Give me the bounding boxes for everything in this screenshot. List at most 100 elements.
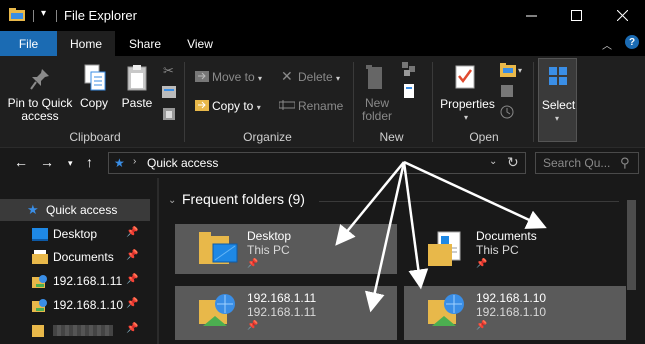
pin-icon: 📌: [247, 320, 259, 330]
separator: [533, 62, 534, 142]
close-icon: [616, 10, 628, 21]
separator: [33, 10, 34, 22]
paste-icon: [127, 65, 147, 91]
pin-icon: 📌: [126, 227, 139, 238]
navigation-pane: ★ Quick access Desktop 📌 Documents 📌 192…: [0, 178, 157, 344]
documents-folder-icon: [428, 231, 461, 266]
copy-to-icon: [195, 100, 209, 111]
back-button[interactable]: ←: [14, 154, 28, 170]
history-icon[interactable]: [500, 105, 514, 119]
tab-share[interactable]: Share: [117, 31, 173, 56]
new-item-icon[interactable]: [402, 62, 416, 76]
close-button[interactable]: [599, 0, 645, 31]
move-to-icon: [195, 71, 209, 82]
desktop-icon: [32, 228, 48, 241]
rename-icon: [279, 100, 295, 110]
move-to-button[interactable]: Move to ▾: [212, 71, 262, 85]
open-group-label: Open: [469, 130, 499, 144]
rename-button[interactable]: Rename: [298, 100, 343, 113]
star-icon: ★: [27, 202, 39, 217]
chevron-down-icon[interactable]: ▾: [518, 66, 522, 75]
network-folder-icon: [32, 299, 47, 312]
copy-to-button[interactable]: Copy to ▾: [212, 100, 261, 114]
pin-icon: 📌: [476, 258, 488, 268]
ribbon-tabs: File Home Share View ︿ ?: [0, 31, 645, 56]
sidebar-item-quick-access[interactable]: ★ Quick access: [0, 199, 150, 221]
sidebar-item-network-11[interactable]: 192.168.1.11 📌: [0, 270, 150, 292]
network-folder-icon: [428, 294, 464, 326]
tab-file[interactable]: File: [0, 31, 57, 56]
pin-icon: 📌: [126, 323, 139, 334]
star-icon: ★: [114, 156, 125, 170]
network-folder-icon: [199, 294, 235, 326]
properties-icon: [455, 65, 475, 89]
new-folder-icon: [366, 65, 382, 89]
open-icon[interactable]: [500, 63, 516, 77]
minimize-icon: [525, 15, 537, 17]
paste-button[interactable]: Paste: [118, 97, 156, 110]
folder-icon: [9, 8, 25, 21]
folder-tile-documents[interactable]: Documents This PC 📌: [404, 224, 626, 274]
sidebar-item-label: Quick access: [46, 203, 118, 217]
tile-name: Documents: [476, 229, 537, 243]
sidebar-item-documents[interactable]: Documents 📌: [0, 246, 150, 268]
content-pane: ⌄ Frequent folders (9) Desktop This PC 📌…: [159, 178, 645, 344]
tile-location: 192.168.1.10: [476, 305, 547, 319]
folder-tile-desktop[interactable]: Desktop This PC 📌: [175, 224, 397, 274]
easy-access-icon[interactable]: [402, 84, 416, 98]
address-bar[interactable]: ★ › Quick access ⌄ ↻: [108, 152, 526, 174]
folder-tile-network-11[interactable]: 192.168.1.11 192.168.1.11 📌: [175, 286, 397, 340]
separator: [353, 62, 354, 142]
tab-home[interactable]: Home: [57, 31, 115, 56]
address-path: Quick access: [147, 156, 219, 170]
up-button[interactable]: ↑: [86, 154, 93, 170]
minimize-button[interactable]: [508, 0, 554, 31]
pin-icon: 📌: [126, 250, 139, 261]
folder-icon: [32, 325, 44, 337]
pin-icon: 📌: [247, 258, 259, 268]
chevron-down-icon: ▾: [555, 114, 560, 123]
tile-name: Desktop: [247, 229, 292, 243]
tab-view[interactable]: View: [173, 31, 227, 56]
refresh-icon[interactable]: ↻: [507, 154, 519, 171]
section-title[interactable]: Frequent folders (9): [182, 191, 305, 207]
recent-locations-icon[interactable]: ▾: [68, 158, 73, 169]
scissors-icon[interactable]: ✂: [163, 63, 174, 79]
pin-to-quick-access-button[interactable]: Pin to Quick access: [5, 97, 75, 123]
quick-access-toolbar-dropdown-icon[interactable]: ▾: [41, 8, 46, 19]
sidebar-item-desktop[interactable]: Desktop 📌: [0, 223, 150, 245]
forward-button[interactable]: →: [40, 154, 54, 170]
delete-button[interactable]: Delete ▾: [298, 71, 340, 85]
properties-button[interactable]: Properties: [440, 98, 495, 111]
pin-icon: 📌: [126, 298, 139, 309]
search-icon: ⚲: [620, 155, 630, 170]
folder-tile-network-10[interactable]: 192.168.1.10 192.168.1.10 📌: [404, 286, 626, 340]
chevron-down-icon[interactable]: ▾: [464, 113, 468, 122]
maximize-button[interactable]: [553, 0, 599, 31]
new-folder-button[interactable]: New folder: [356, 97, 398, 123]
sidebar-item-label: Desktop: [53, 227, 98, 241]
tile-location: This PC: [247, 243, 290, 257]
tile-location: This PC: [476, 243, 519, 257]
copy-path-icon[interactable]: [162, 86, 176, 98]
edit-icon[interactable]: [500, 84, 514, 98]
search-input[interactable]: Search Qu... ⚲: [535, 152, 639, 174]
documents-icon: [32, 250, 48, 264]
chevron-up-icon[interactable]: ︿: [602, 37, 612, 52]
sidebar-item-redacted[interactable]: 📌: [0, 319, 150, 341]
paste-shortcut-icon[interactable]: [162, 107, 176, 121]
chevron-right-icon[interactable]: ›: [133, 156, 136, 167]
delete-icon: ✕: [281, 68, 293, 84]
separator: [432, 62, 433, 142]
sidebar-item-network-10[interactable]: 192.168.1.10 📌: [0, 294, 150, 316]
vertical-scrollbar[interactable]: [627, 200, 636, 290]
copy-button[interactable]: Copy: [77, 97, 111, 110]
help-icon[interactable]: ?: [625, 35, 639, 49]
sidebar-item-label: Documents: [53, 250, 114, 264]
select-button[interactable]: Select ▾: [538, 58, 577, 142]
chevron-down-icon[interactable]: ⌄: [489, 156, 497, 167]
separator: [184, 62, 185, 142]
chevron-down-icon[interactable]: ⌄: [168, 195, 176, 206]
network-folder-icon: [32, 275, 47, 288]
sidebar-item-label: 192.168.1.11: [53, 274, 123, 288]
